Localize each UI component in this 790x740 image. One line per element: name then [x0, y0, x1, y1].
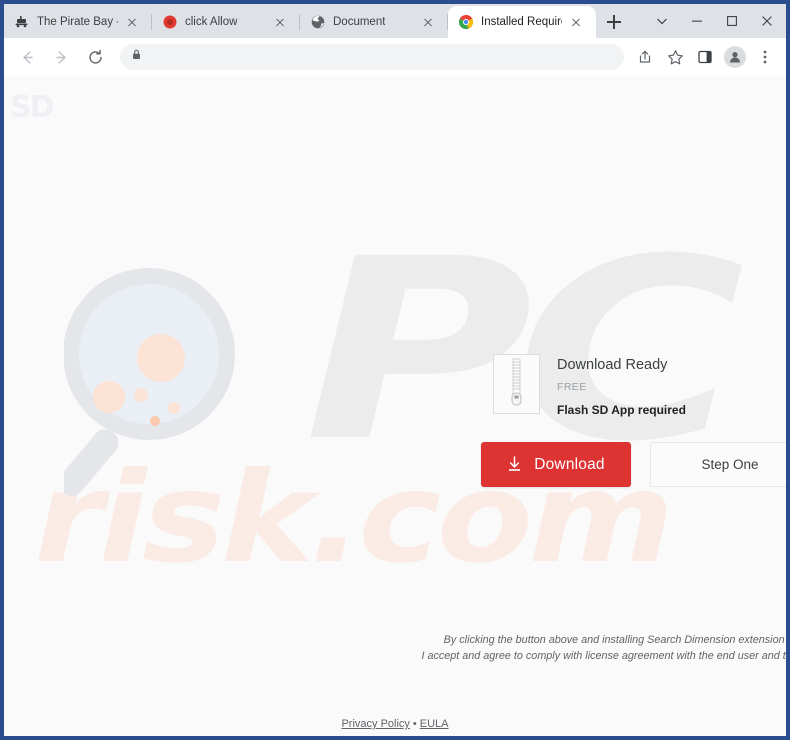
tab-title: The Pirate Bay - The gal: [37, 16, 118, 28]
download-requirement-label: Flash SD App required: [557, 403, 686, 417]
share-icon[interactable]: [632, 44, 658, 70]
tab-title: Document: [333, 16, 386, 28]
back-button[interactable]: [13, 43, 41, 71]
browser-tab-click-allow[interactable]: click Allow: [152, 6, 300, 38]
minimize-button[interactable]: [679, 6, 714, 36]
eula-link[interactable]: EULA: [420, 718, 449, 730]
page-viewport: SD PC risk.com Download Ready FREE Flash…: [4, 76, 786, 736]
new-tab-button[interactable]: [600, 8, 628, 36]
browser-tab-installed-required[interactable]: Installed Required: [448, 6, 596, 38]
globe-icon: [310, 14, 326, 30]
download-ready-title: Download Ready: [557, 357, 668, 373]
browser-window: The Pirate Bay - The gal click Allow: [0, 0, 790, 740]
pirate-ship-icon: [14, 14, 30, 30]
lock-icon: [130, 48, 143, 66]
forward-button[interactable]: [47, 43, 75, 71]
window-controls: [644, 4, 786, 38]
magnifying-glass-illustration: [58, 266, 254, 497]
tab-search-icon[interactable]: [644, 6, 679, 36]
profile-avatar[interactable]: [724, 46, 746, 68]
tab-close-icon[interactable]: [568, 14, 584, 30]
download-button-label: Download: [534, 455, 605, 473]
download-info-block: Download Ready FREE Flash SD App require…: [493, 354, 686, 418]
maximize-button[interactable]: [714, 6, 749, 36]
bookmark-star-icon[interactable]: [662, 44, 688, 70]
step-one-label: Step One: [701, 457, 759, 472]
tab-close-icon[interactable]: [420, 14, 436, 30]
fineprint-disclaimer: By clicking the button above and install…: [144, 632, 786, 664]
chrome-menu-icon[interactable]: [752, 44, 778, 70]
download-button[interactable]: Download: [481, 442, 631, 487]
side-panel-icon[interactable]: [692, 44, 718, 70]
page-footer: Privacy Policy • EULA: [4, 718, 786, 730]
fineprint-line-2: I accept and agree to comply with licens…: [421, 650, 786, 662]
download-price-label: FREE: [557, 381, 587, 393]
toolbar-actions: [630, 44, 780, 70]
browser-tab-pirate-bay[interactable]: The Pirate Bay - The gal: [4, 6, 152, 38]
download-text-block: Download Ready FREE Flash SD App require…: [557, 354, 686, 418]
privacy-policy-link[interactable]: Privacy Policy: [341, 718, 409, 730]
reload-button[interactable]: [81, 43, 109, 71]
close-button[interactable]: [749, 6, 784, 36]
address-bar[interactable]: [120, 44, 624, 70]
footer-separator: •: [412, 718, 417, 730]
tab-title: Installed Required: [481, 16, 562, 28]
tab-title: click Allow: [185, 16, 238, 28]
red-dot-icon: [162, 14, 178, 30]
sd-logo: SD: [10, 90, 54, 125]
download-arrow-icon: [507, 456, 522, 473]
chrome-icon: [458, 14, 474, 30]
zip-file-icon: [493, 354, 540, 414]
browser-tab-document[interactable]: Document: [300, 6, 448, 38]
fineprint-line-1: By clicking the button above and install…: [443, 634, 786, 646]
pcrisk-watermark-pc: PC: [304, 205, 745, 496]
tab-strip: The Pirate Bay - The gal click Allow: [4, 4, 786, 38]
tab-close-icon[interactable]: [272, 14, 288, 30]
step-one-button[interactable]: Step One: [650, 442, 786, 487]
tab-close-icon[interactable]: [124, 14, 140, 30]
button-row: Download Step One: [481, 442, 786, 487]
browser-toolbar: [4, 38, 786, 76]
